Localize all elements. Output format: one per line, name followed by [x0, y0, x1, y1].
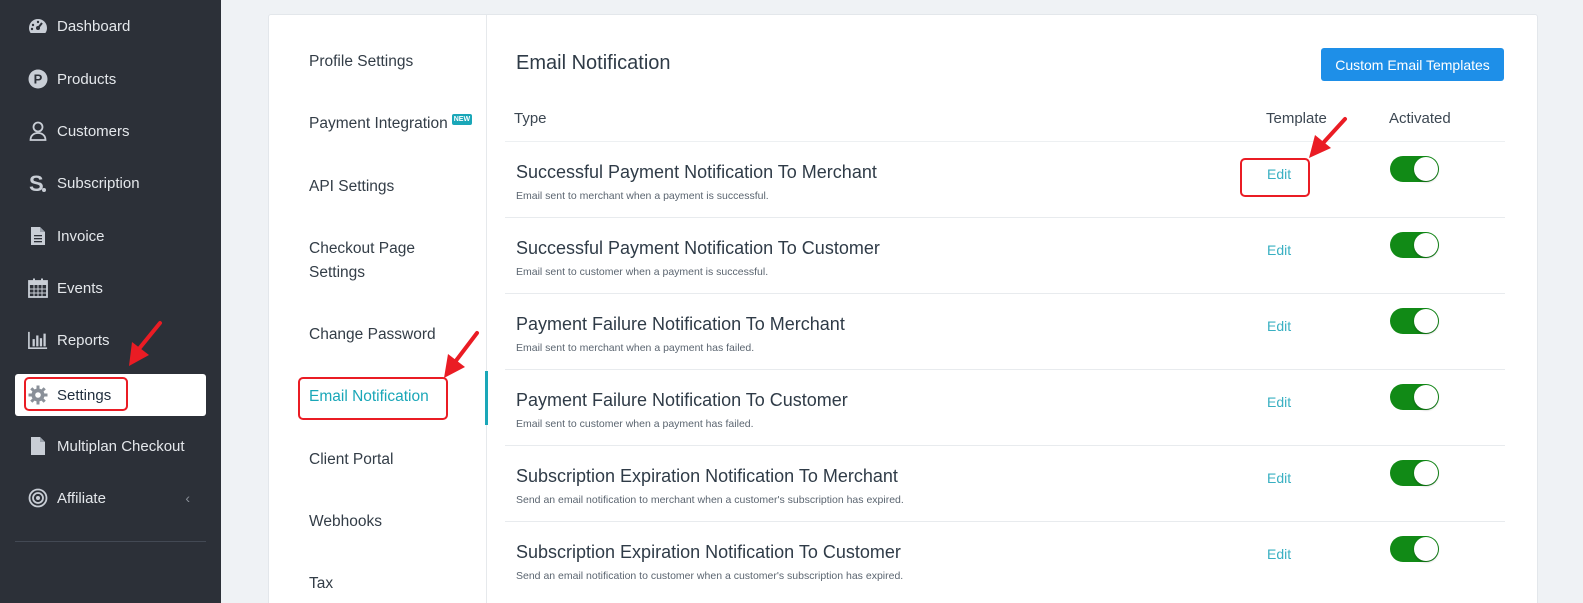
subnav-item-profile-settings[interactable]: Profile Settings — [309, 50, 484, 74]
subnav-item-label: Tax — [309, 575, 334, 592]
page-title: Email Notification — [516, 52, 671, 74]
notification-description: Email sent to customer when a payment is… — [516, 266, 769, 278]
activated-toggle[interactable] — [1390, 536, 1439, 562]
edit-highlight-box — [1240, 158, 1310, 197]
products-icon: P — [28, 69, 48, 89]
settings-highlight-box — [24, 377, 128, 411]
sidebar-item-subscription[interactable]: S Subscription — [15, 162, 206, 204]
table-row: Successful Payment Notification To Custo… — [505, 218, 1505, 294]
sidebar: Dashboard P Products Customers S Subscri… — [0, 0, 221, 603]
notification-description: Email sent to merchant when a payment ha… — [516, 342, 755, 354]
subnav-item-label: Client Portal — [309, 451, 394, 468]
email-notification-highlight-box — [298, 377, 448, 420]
notification-title: Payment Failure Notification To Merchant — [516, 314, 845, 334]
notification-description: Email sent to merchant when a payment is… — [516, 190, 769, 202]
activated-toggle[interactable] — [1390, 232, 1439, 258]
notification-description: Send an email notification to merchant w… — [516, 494, 904, 506]
custom-email-templates-button[interactable]: Custom Email Templates — [1321, 48, 1504, 81]
annotation-arrow-icon — [129, 321, 162, 366]
subscription-icon: S — [28, 172, 48, 194]
toggle-knob — [1414, 461, 1438, 485]
sidebar-item-multiplan-checkout[interactable]: Multiplan Checkout — [15, 425, 206, 467]
edit-template-link[interactable]: Edit — [1267, 394, 1291, 410]
notification-title: Successful Payment Notification To Merch… — [516, 162, 877, 182]
column-header-activated: Activated — [1389, 110, 1451, 127]
subnav-item-label: Payment Integration — [309, 115, 448, 132]
subnav-item-label: Profile Settings — [309, 53, 414, 70]
activated-toggle[interactable] — [1390, 460, 1439, 486]
notification-title: Subscription Expiration Notification To … — [516, 542, 901, 562]
sidebar-item-label: Invoice — [57, 227, 105, 245]
toggle-knob — [1414, 233, 1438, 257]
sidebar-item-label: Events — [57, 279, 103, 297]
calendar-icon — [28, 278, 48, 298]
table-row: Subscription Expiration Notification To … — [505, 446, 1505, 522]
activated-toggle[interactable] — [1390, 308, 1439, 334]
table-row: Payment Failure Notification To Customer… — [505, 370, 1505, 446]
subnav-item-api-settings[interactable]: API Settings — [309, 175, 484, 199]
document-icon — [28, 436, 48, 456]
subnav-active-indicator — [485, 371, 488, 425]
table-row: Payment Failure Notification To Merchant… — [505, 294, 1505, 370]
notification-title: Subscription Expiration Notification To … — [516, 466, 898, 486]
annotation-arrow-icon — [444, 331, 479, 378]
sidebar-item-label: Multiplan Checkout — [57, 437, 185, 455]
subnav-item-label: Webhooks — [309, 513, 382, 530]
svg-text:P: P — [34, 72, 43, 87]
sidebar-item-reports[interactable]: Reports — [15, 319, 206, 361]
sidebar-item-label: Dashboard — [57, 17, 131, 35]
notification-description: Send an email notification to customer w… — [516, 570, 904, 582]
notification-title: Successful Payment Notification To Custo… — [516, 238, 880, 258]
target-icon — [28, 488, 48, 508]
sidebar-item-customers[interactable]: Customers — [15, 110, 206, 152]
toggle-knob — [1414, 537, 1438, 561]
sidebar-item-affiliate[interactable]: Affiliate ‹ — [15, 477, 206, 519]
subnav-item-payment-integration[interactable]: Payment Integration NEW — [309, 112, 484, 136]
sidebar-item-dashboard[interactable]: Dashboard — [15, 5, 206, 47]
edit-template-link[interactable]: Edit — [1267, 318, 1291, 334]
edit-template-link[interactable]: Edit — [1267, 242, 1291, 258]
table-row: Subscription Expiration Notification To … — [505, 522, 1505, 598]
subnav-item-webhooks[interactable]: Webhooks — [309, 510, 484, 534]
sidebar-item-label: Subscription — [57, 174, 140, 192]
notification-description: Email sent to customer when a payment ha… — [516, 418, 754, 430]
dashboard-icon — [28, 16, 48, 36]
sidebar-item-label: Customers — [57, 122, 130, 140]
settings-panel: Profile Settings Payment Integration NEW … — [268, 14, 1538, 603]
subnav-item-tax[interactable]: Tax — [309, 572, 484, 596]
new-badge: NEW — [451, 114, 473, 125]
sidebar-item-invoice[interactable]: Invoice — [15, 215, 206, 257]
reports-icon — [28, 330, 48, 350]
subnav-item-label: API Settings — [309, 178, 395, 195]
toggle-knob — [1414, 157, 1438, 181]
subnav-item-client-portal[interactable]: Client Portal — [309, 448, 484, 472]
edit-template-link[interactable]: Edit — [1267, 470, 1291, 486]
subnav-item-checkout-page-settings[interactable]: Checkout Page Settings — [309, 237, 449, 285]
subnav-item-label: Checkout Page Settings — [309, 240, 415, 281]
toggle-knob — [1414, 385, 1438, 409]
activated-toggle[interactable] — [1390, 384, 1439, 410]
chevron-left-icon[interactable]: ‹ — [185, 490, 190, 506]
subnav-item-label: Change Password — [309, 326, 436, 343]
column-header-type: Type — [514, 110, 547, 127]
sidebar-divider — [15, 541, 206, 542]
activated-toggle[interactable] — [1390, 156, 1439, 182]
sidebar-item-products[interactable]: P Products — [15, 58, 206, 100]
svg-text:S: S — [29, 172, 44, 194]
invoice-icon — [28, 226, 48, 246]
toggle-knob — [1414, 309, 1438, 333]
settings-subnav: Profile Settings Payment Integration NEW … — [269, 15, 487, 603]
notification-title: Payment Failure Notification To Customer — [516, 390, 848, 410]
sidebar-item-label: Reports — [57, 331, 110, 349]
annotation-arrow-icon — [1309, 117, 1347, 158]
sidebar-item-label: Affiliate — [57, 489, 106, 507]
customers-icon — [28, 121, 48, 141]
sidebar-item-events[interactable]: Events — [15, 267, 206, 309]
edit-template-link[interactable]: Edit — [1267, 546, 1291, 562]
table-row: Successful Payment Notification To Merch… — [505, 142, 1505, 218]
sidebar-item-label: Products — [57, 70, 117, 88]
